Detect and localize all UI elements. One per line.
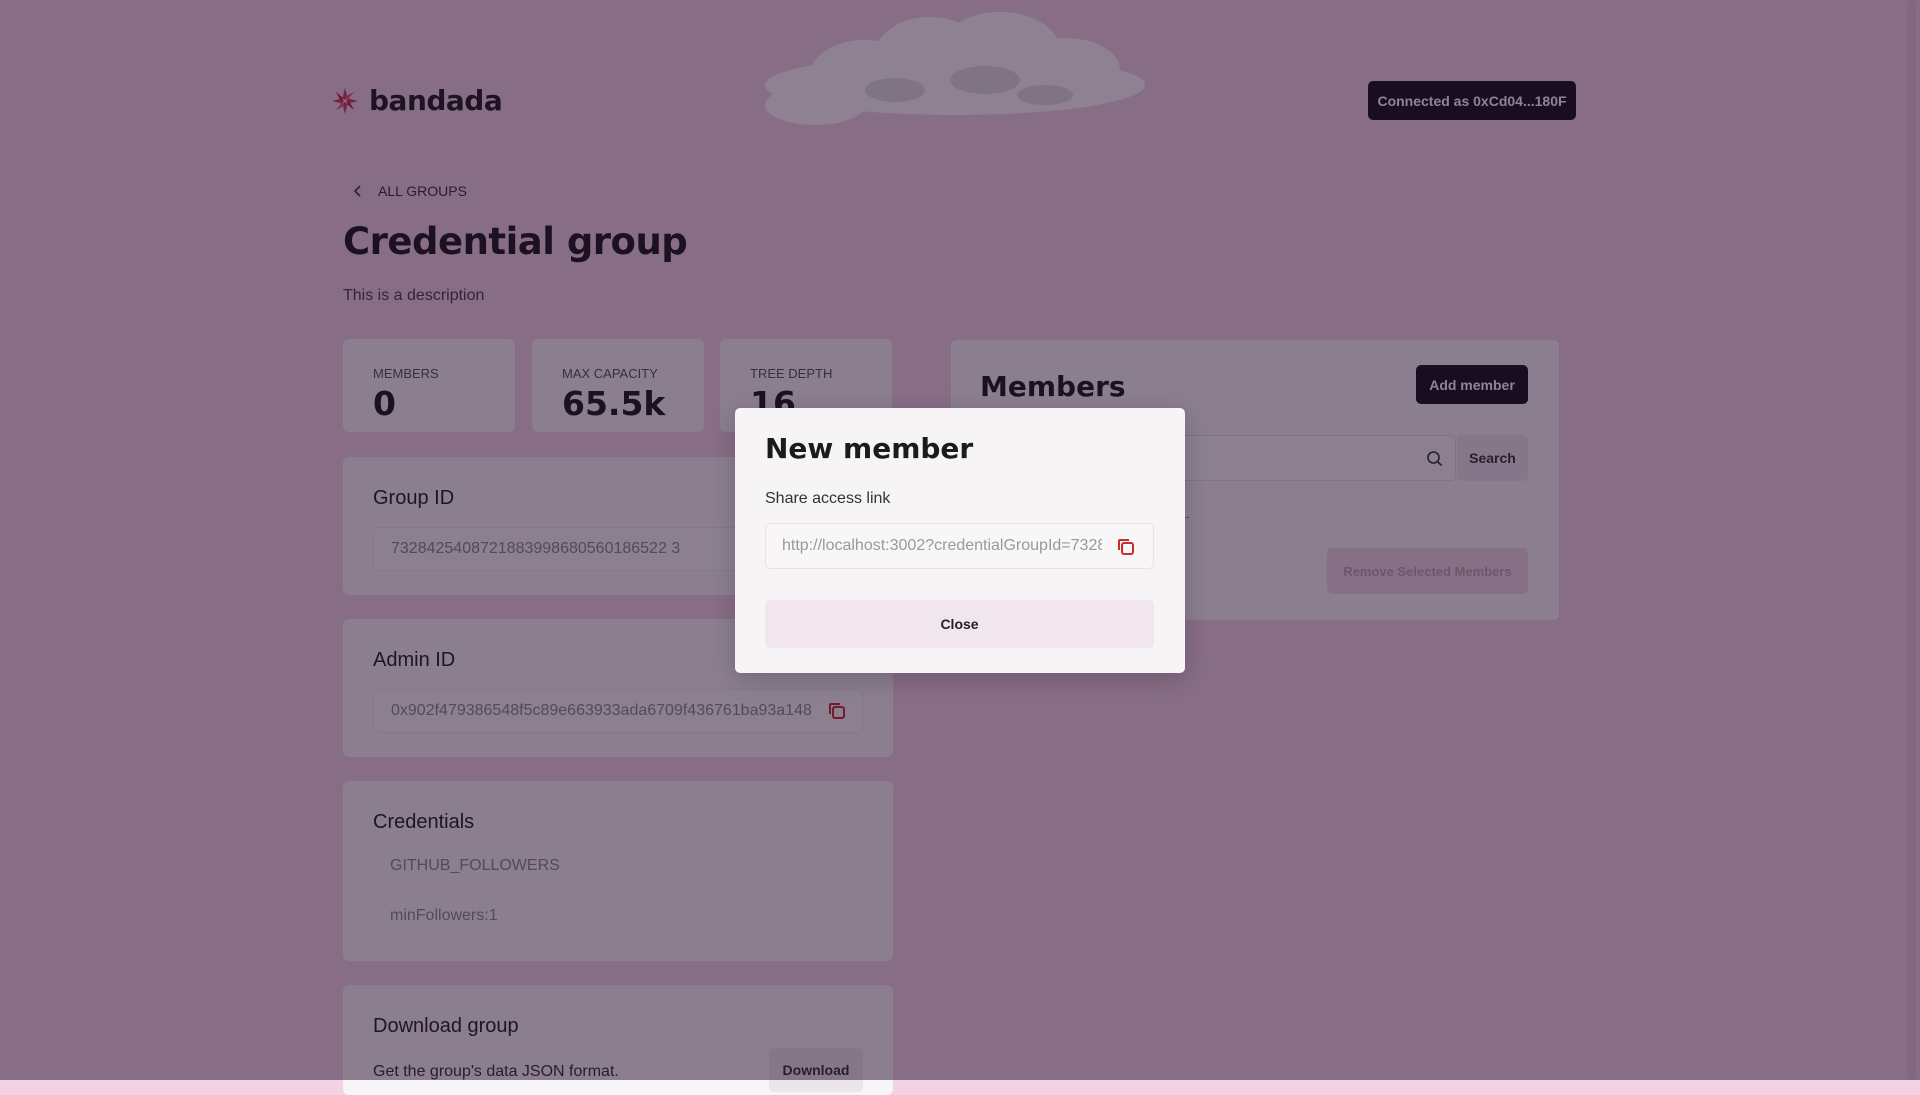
- share-link-field: [765, 523, 1154, 569]
- new-member-modal: New member Share access link Close: [735, 408, 1185, 673]
- share-link-input[interactable]: [782, 524, 1102, 568]
- modal-title: New member: [765, 432, 974, 465]
- share-link-label: Share access link: [765, 490, 891, 507]
- close-button[interactable]: Close: [765, 600, 1154, 648]
- copy-icon[interactable]: [1115, 536, 1137, 558]
